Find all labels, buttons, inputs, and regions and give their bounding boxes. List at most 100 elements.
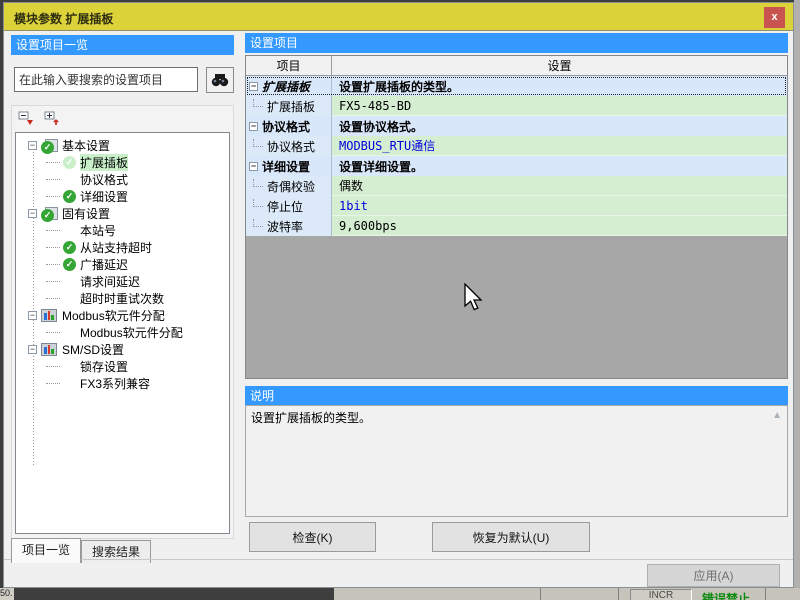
tree-item[interactable]: 请求间延迟 <box>16 273 229 290</box>
item-cell: 协议格式 <box>246 136 332 156</box>
table-row[interactable]: −详细设置设置详细设置。 <box>246 156 787 176</box>
row-connector <box>253 99 263 107</box>
collapse-all-icon <box>18 111 35 127</box>
background-window-edge <box>794 0 800 588</box>
tree-item[interactable]: − Modbus软元件分配 <box>16 307 229 324</box>
tree-toolbar <box>16 110 62 130</box>
expand-toggle-icon[interactable]: − <box>28 311 37 320</box>
tree-item-label: 扩展插板 <box>80 154 128 171</box>
tree-item[interactable]: −✓ 固有设置 <box>16 205 229 222</box>
right-panel-header: 设置项目 <box>245 33 788 53</box>
table-row[interactable]: 协议格式 MODBUS_RTU通信 <box>246 136 787 156</box>
expand-all-button[interactable] <box>42 110 62 128</box>
item-label: 扩展插板 <box>262 78 310 95</box>
setting-cell[interactable]: 偶数 <box>332 176 787 196</box>
tree-item[interactable]: 超时时重试次数 <box>16 290 229 307</box>
tree-item[interactable]: 锁存设置 <box>16 358 229 375</box>
table-row[interactable]: −扩展插板设置扩展插板的类型。 <box>246 76 787 96</box>
description-header: 说明 <box>245 386 788 406</box>
tree-item[interactable]: ✓广播延迟 <box>16 256 229 273</box>
tree-item[interactable]: Modbus软元件分配 <box>16 324 229 341</box>
setting-cell[interactable]: 9,600bps <box>332 216 787 236</box>
setting-cell[interactable]: 设置扩展插板的类型。 <box>332 76 787 96</box>
table-body: −扩展插板设置扩展插板的类型。扩展插板FX5-485-BD−协议格式设置协议格式… <box>246 76 787 236</box>
check-button[interactable]: 检查(K) <box>249 522 376 552</box>
close-button[interactable]: x <box>764 7 785 28</box>
table-row[interactable]: 奇偶校验偶数 <box>246 176 787 196</box>
column-header-item: 项目 <box>246 56 332 75</box>
expand-toggle-icon[interactable]: − <box>28 345 37 354</box>
item-cell: −协议格式 <box>246 116 332 136</box>
setting-cell[interactable]: MODBUS_RTU通信 <box>332 136 787 156</box>
settings-tree-frame: −✓基本设置✓扩展插板协议格式✓详细设置−✓固有设置本站号✓从站支持超时✓广播延… <box>11 105 234 539</box>
tree-item[interactable]: 本站号 <box>16 222 229 239</box>
tree-item[interactable]: FX3系列兼容 <box>16 375 229 392</box>
binoculars-icon <box>211 73 229 87</box>
tree-item-label: Modbus软元件分配 <box>62 307 165 324</box>
setting-cell[interactable]: 设置协议格式。 <box>332 116 787 136</box>
insert-mode-indicator: INCR <box>630 589 692 600</box>
search-input[interactable] <box>14 67 198 92</box>
row-connector <box>253 139 263 147</box>
description-text: 设置扩展插板的类型。 <box>251 411 371 425</box>
item-label: 停止位 <box>267 198 303 215</box>
module-parameter-dialog: 模块参数 扩展插板 x 设置项目一览 <box>3 2 794 588</box>
description-box: 设置扩展插板的类型。 ▲ <box>245 405 788 517</box>
collapse-toggle-icon[interactable]: − <box>249 82 258 91</box>
tab-item-list[interactable]: 项目一览 <box>11 538 81 563</box>
device-icon <box>41 343 57 356</box>
check-icon: ✓ <box>41 209 54 222</box>
tree-item-label: 固有设置 <box>62 205 110 222</box>
statusbar-separator <box>540 588 541 600</box>
table-row[interactable]: −协议格式设置协议格式。 <box>246 116 787 136</box>
dialog-titlebar[interactable]: 模块参数 扩展插板 x <box>4 3 793 31</box>
tree-item[interactable]: ✓从站支持超时 <box>16 239 229 256</box>
tree-item-label: 本站号 <box>80 222 116 239</box>
tree-item-label: 锁存设置 <box>80 358 128 375</box>
item-cell: 波特率 <box>246 216 332 236</box>
table-header-row: 项目 设置 <box>246 56 787 76</box>
search-button[interactable] <box>206 67 234 93</box>
setting-cell[interactable]: 1bit <box>332 196 787 216</box>
tree-connector <box>46 291 60 299</box>
item-cell: −扩展插板 <box>246 76 332 96</box>
tree-connector <box>46 223 60 231</box>
table-row[interactable]: 停止位 1bit <box>246 196 787 216</box>
collapse-toggle-icon[interactable]: − <box>249 162 258 171</box>
folder-icon: ✓ <box>41 139 58 153</box>
search-row <box>11 67 234 93</box>
item-label: 协议格式 <box>262 118 310 135</box>
check-icon: ✓ <box>63 258 76 271</box>
tree-item[interactable]: ✓详细设置 <box>16 188 229 205</box>
item-label: 协议格式 <box>267 138 315 155</box>
expand-toggle-icon[interactable]: − <box>28 141 37 150</box>
table-row[interactable]: 扩展插板FX5-485-BD <box>246 96 787 116</box>
check-icon: ✓ <box>63 156 76 169</box>
apply-button[interactable]: 应用(A) <box>647 564 780 587</box>
tree-item[interactable]: −✓基本设置 <box>16 137 229 154</box>
tree-item-label: FX3系列兼容 <box>80 375 150 392</box>
item-label: 奇偶校验 <box>267 178 315 195</box>
table-row[interactable]: 波特率9,600bps <box>246 216 787 236</box>
row-connector <box>253 179 263 187</box>
tree-item[interactable]: −SM/SD设置 <box>16 341 229 358</box>
item-cell: 奇偶校验 <box>246 176 332 196</box>
scroll-up-icon[interactable]: ▲ <box>772 410 782 421</box>
left-panel-header: 设置项目一览 <box>11 35 234 55</box>
tree-item[interactable]: 协议格式 <box>16 171 229 188</box>
tree-connector <box>46 325 60 333</box>
collapse-all-button[interactable] <box>16 110 36 128</box>
collapse-toggle-icon[interactable]: − <box>249 122 258 131</box>
restore-default-button[interactable]: 恢复为默认(U) <box>432 522 590 552</box>
check-icon: ✓ <box>63 190 76 203</box>
tree-connector <box>46 274 60 282</box>
status-green-text: 错误禁止 <box>702 590 750 600</box>
setting-cell[interactable]: FX5-485-BD <box>332 96 787 116</box>
setting-cell[interactable]: 设置详细设置。 <box>332 156 787 176</box>
tree-item[interactable]: ✓ 扩展插板 <box>16 154 229 171</box>
tree-connector <box>46 240 60 248</box>
folder-icon: ✓ <box>41 207 58 221</box>
bottom-divider <box>4 559 793 560</box>
tree-connector <box>46 359 60 367</box>
expand-toggle-icon[interactable]: − <box>28 209 37 218</box>
